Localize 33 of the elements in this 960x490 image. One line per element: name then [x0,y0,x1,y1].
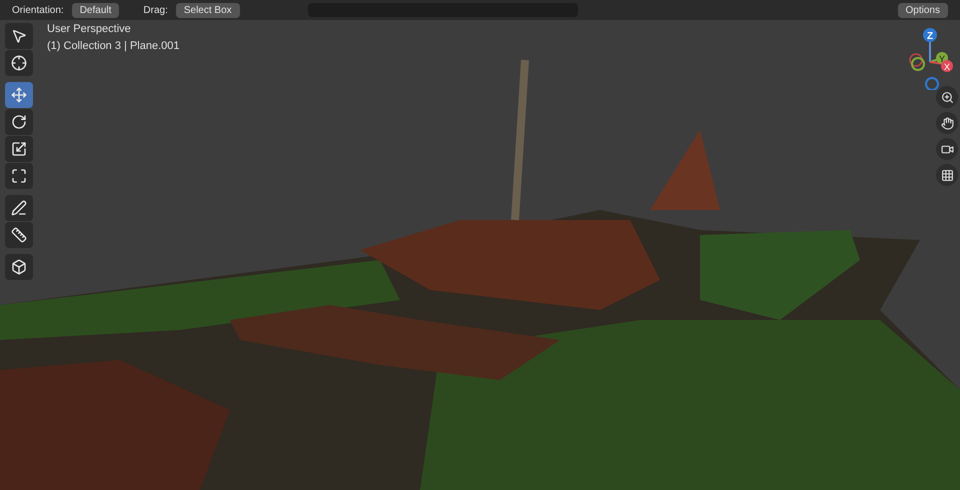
scale-icon [11,141,27,157]
viewport-nav-button[interactable] [936,86,958,108]
camera-icon [940,142,954,156]
drag-label: Drag: [143,4,168,18]
tool-button[interactable] [5,254,33,280]
tool-button[interactable] [5,82,33,108]
tool-button[interactable] [5,109,33,135]
ruler-icon [11,227,27,243]
rotate-icon [11,114,27,130]
drag-dropdown[interactable]: Select Box [176,2,240,18]
viewport-nav-button[interactable] [936,164,958,186]
tool-button[interactable] [5,50,33,76]
pointer-icon [11,28,27,44]
view-name: User Perspective [47,22,132,37]
tool-button[interactable] [5,195,33,221]
object-info: (1) Collection 3 | Plane.001 [47,39,180,54]
orientation-dropdown[interactable]: Default [72,2,120,18]
cube-icon [11,259,27,275]
viewport-nav-button[interactable] [936,138,958,160]
tool-button[interactable] [5,222,33,248]
pen-icon [11,200,27,216]
move-icon [11,87,27,103]
tool-button[interactable] [5,163,33,189]
orientation-label: Orientation: [12,4,64,18]
tool-button[interactable] [5,136,33,162]
tool-button[interactable] [5,23,33,49]
zoom-icon [940,90,954,104]
transform-icon [11,168,27,184]
options-button[interactable]: Options [898,2,948,18]
viewport-nav-button[interactable] [936,112,958,134]
grid-icon [940,168,954,182]
hand-icon [940,116,954,130]
crosshair-icon [11,55,27,71]
